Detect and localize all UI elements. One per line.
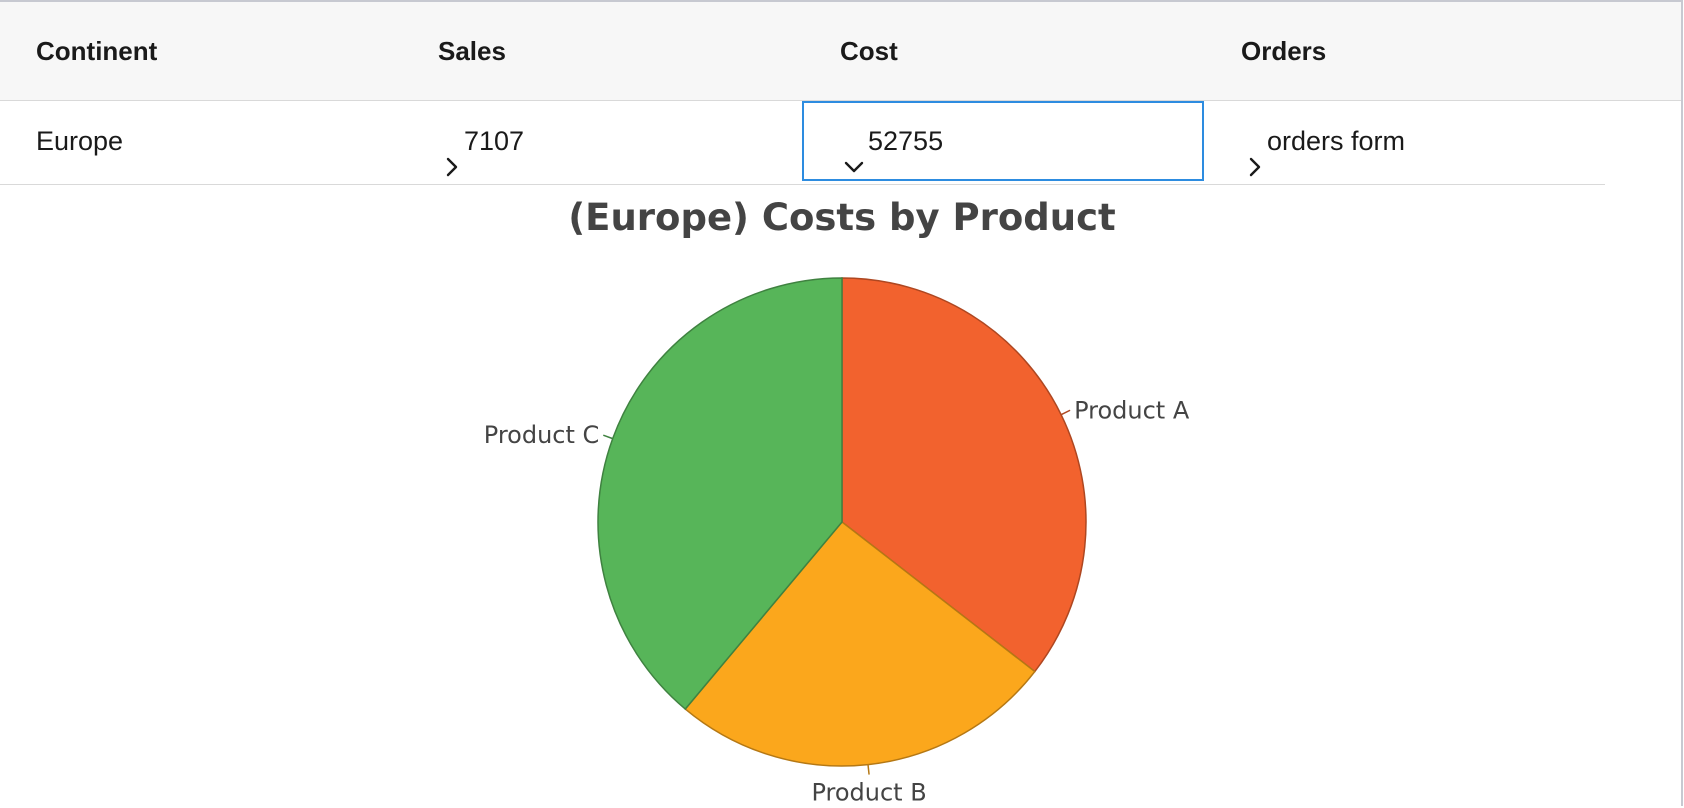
column-header-continent[interactable]: Continent — [36, 2, 157, 100]
slice-label-product-a: Product A — [1074, 396, 1190, 424]
continent-cell: Europe — [36, 126, 124, 156]
chevron-right-icon[interactable] — [442, 129, 462, 177]
column-header-cost[interactable]: Cost — [840, 2, 898, 100]
orders-cell[interactable]: orders form — [1245, 100, 1405, 182]
cost-value: 52755 — [868, 126, 944, 156]
cost-cell[interactable]: 52755 — [842, 100, 943, 182]
orders-value: orders form — [1267, 126, 1406, 156]
pie-svg: Product A Product B Product C — [484, 277, 1190, 806]
chevron-right-icon[interactable] — [1245, 129, 1265, 177]
sales-value: 7107 — [464, 126, 525, 156]
column-header-orders[interactable]: Orders — [1241, 2, 1326, 100]
slice-leader-line — [867, 764, 870, 775]
column-header-sales[interactable]: Sales — [438, 2, 506, 100]
slice-label-product-c: Product C — [484, 421, 600, 449]
slice-leader-line — [603, 434, 613, 440]
table-header-row: Continent Sales Cost Orders — [0, 2, 1681, 101]
chevron-down-icon[interactable] — [842, 129, 866, 173]
cost-pie-chart: (Europe) Costs by Product Product A Produ… — [0, 186, 1681, 806]
slice-label-product-b: Product B — [811, 779, 926, 806]
table-row: Europe 7107 52755 orders form — [0, 100, 1605, 185]
sales-cell[interactable]: 7107 — [442, 100, 524, 182]
slice-leader-line — [1060, 409, 1071, 416]
